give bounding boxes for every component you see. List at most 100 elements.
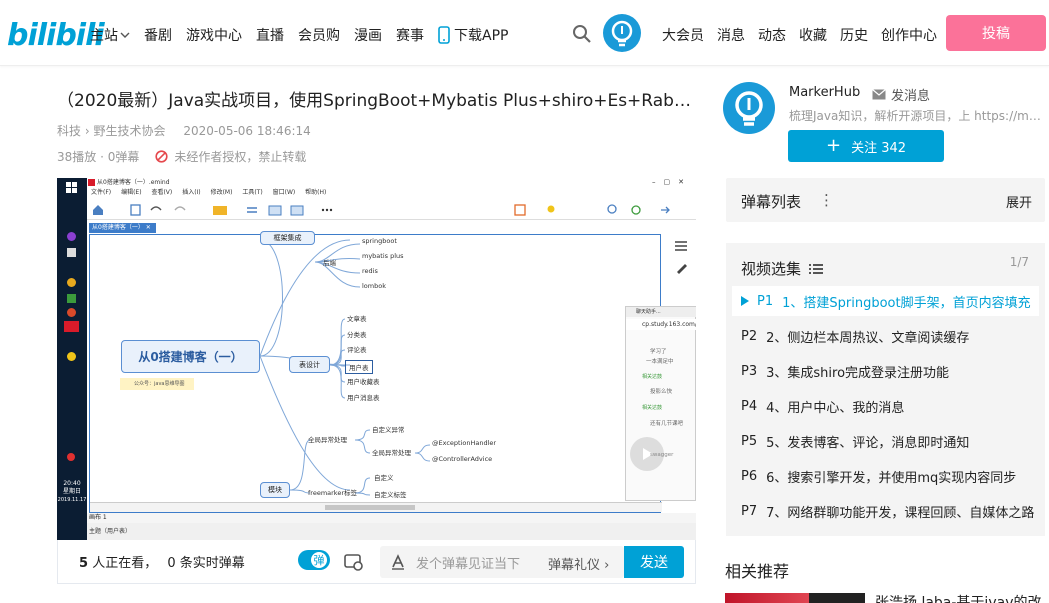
- leaf-springboot: springboot: [362, 237, 397, 245]
- app-icon: [67, 308, 76, 317]
- nav-messages[interactable]: 消息: [717, 25, 745, 45]
- episode-p: P2: [741, 328, 758, 344]
- danmu-etiquette-link[interactable]: 弹幕礼仪 ›: [548, 554, 609, 573]
- leaf-table-3: 用户表: [345, 360, 373, 374]
- nav-item-game-center[interactable]: 游戏中心: [186, 25, 242, 45]
- font-style-icon[interactable]: [390, 554, 406, 570]
- nav-item-anime[interactable]: 番剧: [144, 25, 172, 45]
- more-icon[interactable]: ⋮: [819, 191, 834, 209]
- bulb-icon: [611, 20, 633, 47]
- episode-item-p6[interactable]: P6 6、搜索引擎开发，并使用mq实现内容同步: [732, 461, 1039, 491]
- send-danmu-button[interactable]: 发送: [624, 546, 684, 578]
- danmu-bar: 5 人正在看， 0 条实时弹幕 弹 发个弹幕见证当下 弹幕礼仪 › 发送: [57, 540, 696, 584]
- leaf-table-1: 分类表: [347, 331, 367, 339]
- episode-p: P3: [741, 363, 758, 379]
- episode-item-p2[interactable]: P2 2、侧边栏本周热议、文章阅读缓存: [732, 321, 1039, 351]
- chat-msg-2: 相关达鼓: [642, 374, 663, 380]
- leaf-table-2: 评论表: [347, 346, 367, 354]
- menu-edit: 编辑(E): [121, 189, 142, 196]
- watching-text: 人正在看，: [92, 556, 158, 571]
- danmu-settings-icon[interactable]: [344, 552, 364, 572]
- episode-item-p7[interactable]: P7 7、网络群聊功能开发，课程回顾、自媒体之路: [732, 496, 1039, 526]
- danmu-list-panel[interactable]: 弹幕列表 ⋮ 展开: [726, 178, 1045, 222]
- episode-list-header: 视频选集: [741, 258, 824, 279]
- video-meta: 科技 › 野生技术协会 2020-05-06 18:46:14: [57, 122, 311, 139]
- nav-item-mall[interactable]: 会员购: [298, 25, 340, 45]
- phone-icon: [438, 26, 450, 44]
- play-count: 38播放 · 0弹幕: [57, 150, 140, 164]
- app-icon: [67, 248, 76, 257]
- episode-label: 2、侧边栏本周热议、文章阅读缓存: [766, 330, 970, 346]
- clock-date: 2019.11.17: [57, 497, 87, 503]
- nav-item-esports[interactable]: 赛事: [396, 25, 424, 45]
- related-thumbnail[interactable]: [725, 593, 865, 603]
- nav-item-manga[interactable]: 漫画: [354, 25, 382, 45]
- episode-item-p5[interactable]: P5 5、发表博客、评论，消息即时通知: [732, 426, 1039, 456]
- node-freemarker: freemarker标签: [308, 489, 358, 497]
- episode-list: 视频选集 1/7 P1 1、搭建Springboot脚手架，首页内容填充 P2 …: [726, 243, 1045, 536]
- list-icon[interactable]: [809, 263, 824, 275]
- chat-popup: 聊天助手... cp.study.163.com/chatr... 学习了 一本…: [625, 306, 696, 501]
- root-node: 从0搭建博客（一）: [121, 340, 260, 373]
- node-frame: 框架集成: [260, 231, 315, 245]
- search-icon[interactable]: [572, 24, 592, 44]
- leaf-mybatis: mybatis plus: [362, 252, 404, 260]
- nav-history[interactable]: 历史: [840, 25, 868, 45]
- canvas-scrollbar: [90, 502, 662, 512]
- chevron-down-icon: [120, 32, 130, 38]
- nav-label: 主站: [90, 28, 118, 44]
- episode-label: 4、用户中心、我的消息: [766, 400, 905, 416]
- menu-insert: 插入(I): [182, 189, 201, 196]
- user-avatar[interactable]: [603, 14, 641, 52]
- nav-item-download-app[interactable]: 下载APP: [438, 25, 522, 45]
- menu-modify: 修改(M): [210, 189, 233, 196]
- episode-item-p1[interactable]: P1 1、搭建Springboot脚手架，首页内容填充: [732, 286, 1039, 316]
- subcategory-link[interactable]: 野生技术协会: [93, 124, 165, 138]
- send-message-link[interactable]: 发消息: [872, 85, 930, 104]
- desktop-taskbar: 20:40 星期日 2019.11.17: [57, 178, 87, 540]
- nav-favorites[interactable]: 收藏: [799, 25, 827, 45]
- episode-p: P6: [741, 468, 758, 484]
- chat-msg-5: 还有几节课吧: [650, 421, 684, 427]
- bulb-icon: [735, 91, 763, 126]
- nav-vip[interactable]: 大会员: [662, 25, 704, 45]
- menu-window: 窗口(W): [272, 189, 296, 196]
- episode-item-p3[interactable]: P3 3、集成shiro完成登录注册功能: [732, 356, 1039, 386]
- realtime-danmu: 0 条实时弹幕: [167, 556, 245, 571]
- uploader-avatar[interactable]: [723, 82, 775, 134]
- xmind-logo-icon: [88, 179, 95, 186]
- chat-msg-6: swagger: [650, 452, 674, 458]
- upload-button[interactable]: 投稿: [946, 15, 1046, 51]
- node-global-ex: 全局异常处理: [308, 436, 347, 444]
- clock-time: 20:40: [63, 480, 81, 487]
- episode-p: P7: [741, 503, 758, 519]
- app-icon: [67, 294, 76, 303]
- app-icon: [67, 352, 76, 361]
- expand-button[interactable]: 展开: [1006, 192, 1032, 211]
- uploader-name[interactable]: MarkerHub: [789, 85, 860, 100]
- follow-button[interactable]: + 关注 342: [788, 130, 944, 162]
- video-title: （2020最新）Java实战项目，使用SpringBoot+Mybatis Pl…: [57, 91, 697, 111]
- chat-msg-1: 一本满足中: [646, 359, 674, 365]
- app-menu-bar: 文件(F) 编辑(E) 查看(V) 插入(I) 修改(M) 工具(T) 窗口(W…: [87, 188, 696, 198]
- nav-item-live[interactable]: 直播: [256, 25, 284, 45]
- node-backend: 后端: [323, 259, 336, 267]
- publish-datetime: 2020-05-06 18:46:14: [183, 124, 311, 138]
- episode-p: P1: [757, 293, 774, 309]
- video-player[interactable]: 20:40 星期日 2019.11.17 从0搭建博客（一）.emind –▢✕…: [57, 178, 696, 540]
- episode-item-p4[interactable]: P4 4、用户中心、我的消息: [732, 391, 1039, 421]
- copyright-notice: 未经作者授权，禁止转载: [155, 148, 306, 165]
- nav-item-main[interactable]: 主站: [90, 25, 130, 45]
- category-link[interactable]: 科技: [57, 124, 81, 138]
- related-video-title[interactable]: 张浩扬 laba-基于jvav的改: [875, 592, 1041, 603]
- nav-dynamics[interactable]: 动态: [758, 25, 786, 45]
- nav-creator-center[interactable]: 创作中心: [881, 25, 937, 45]
- taskbar-clock: 20:40 星期日 2019.11.17: [57, 480, 87, 504]
- leaf-handler-1: @ControllerAdvice: [432, 455, 493, 463]
- video-stats: 38播放 · 0弹幕 未经作者授权，禁止转载: [57, 148, 306, 165]
- user-nav: 大会员 消息 动态 收藏 历史 创作中心: [662, 25, 950, 45]
- app-icon: [67, 232, 76, 241]
- episode-label: 1、搭建Springboot脚手架，首页内容填充: [782, 295, 1031, 311]
- danmu-toggle[interactable]: 弹: [298, 550, 330, 570]
- episode-p: P5: [741, 433, 758, 449]
